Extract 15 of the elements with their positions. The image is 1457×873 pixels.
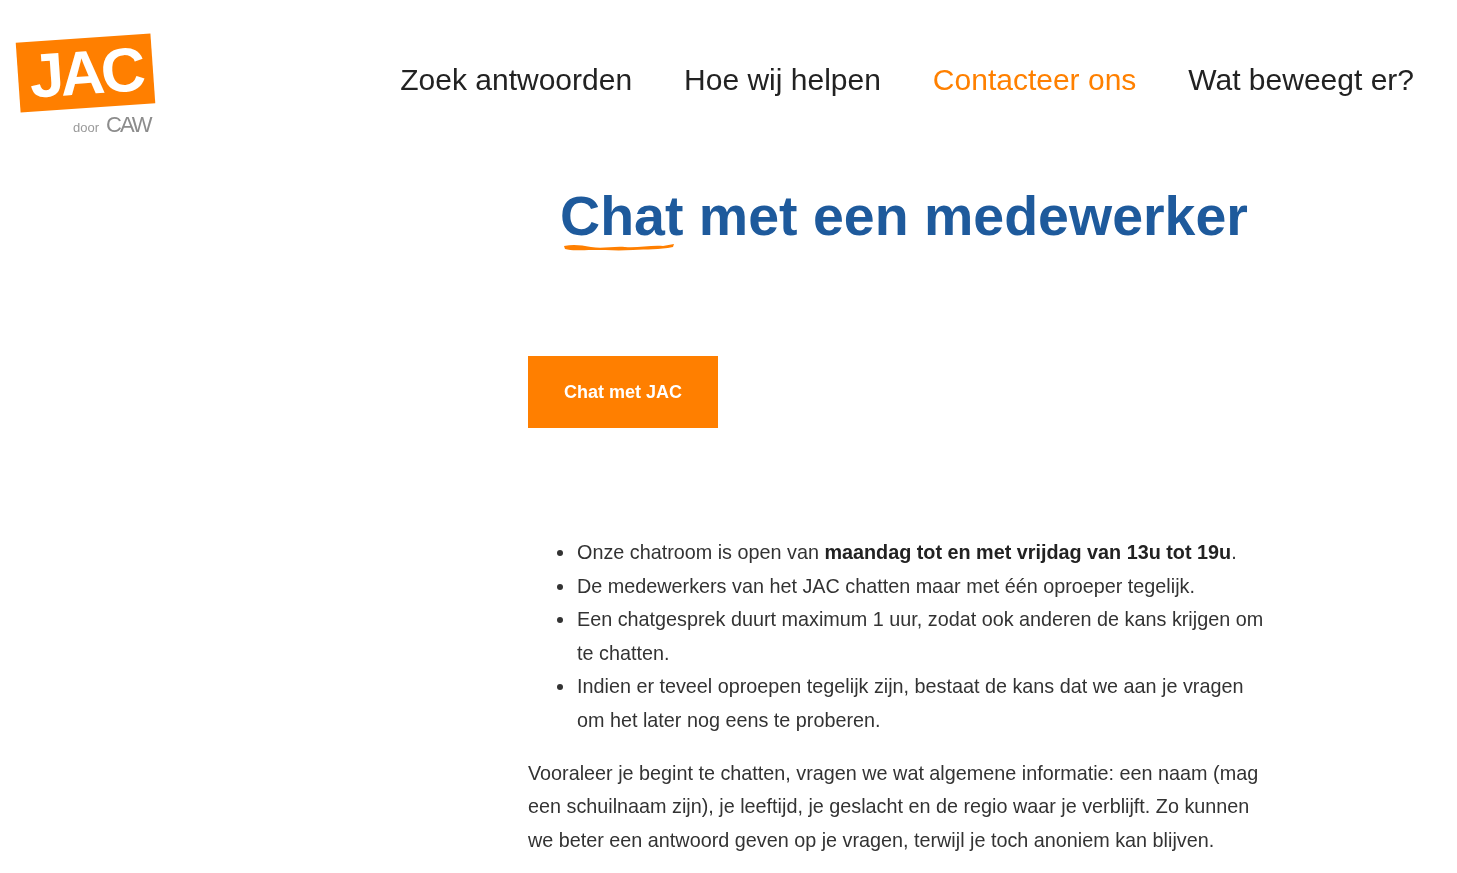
nav-link[interactable]: Zoek antwoorden: [400, 62, 633, 98]
list-item-text: De medewerkers van het JAC chatten maar met één oproeper tegelijk.: [577, 573, 1196, 599]
page-heading: Chat met een medewerker: [560, 191, 1248, 241]
nav-link[interactable]: Hoe wij helpen: [684, 62, 881, 98]
list-item-text: Onze chatroom is open van maandag tot en met vrijdag van 13u tot 19u.: [577, 540, 1238, 565]
bullet-icon: [557, 550, 563, 556]
bullet-icon: [557, 617, 563, 624]
bullet-icon: [557, 583, 563, 590]
partner-logo-text: CAW: [106, 112, 151, 138]
byline-text: door: [73, 120, 100, 135]
list-item-text: Indien er teveel oproepen tegelijk zijn, bestaat de kans dat we aan je vragen om het later nog eens te proberen.: [577, 674, 1245, 733]
nav-link[interactable]: Wat beweegt er?: [1188, 62, 1414, 98]
info-paragraph: Vooraleer je begint te chatten, vragen we wat algemene informatie: een naam (mag een schuilnaam zijn), je leeftijd, je geslacht en de regio waar je verblijft. Zo kunnen we beter een antwoord geven op je vragen, terwijl je toch anoniem kan blijven.: [528, 760, 1260, 853]
list-item-text: Een chatgesprek duurt maximum 1 uur, zodat ook anderen de kans krijgen om te chatten.: [577, 607, 1265, 666]
bullet-icon: [557, 684, 563, 691]
